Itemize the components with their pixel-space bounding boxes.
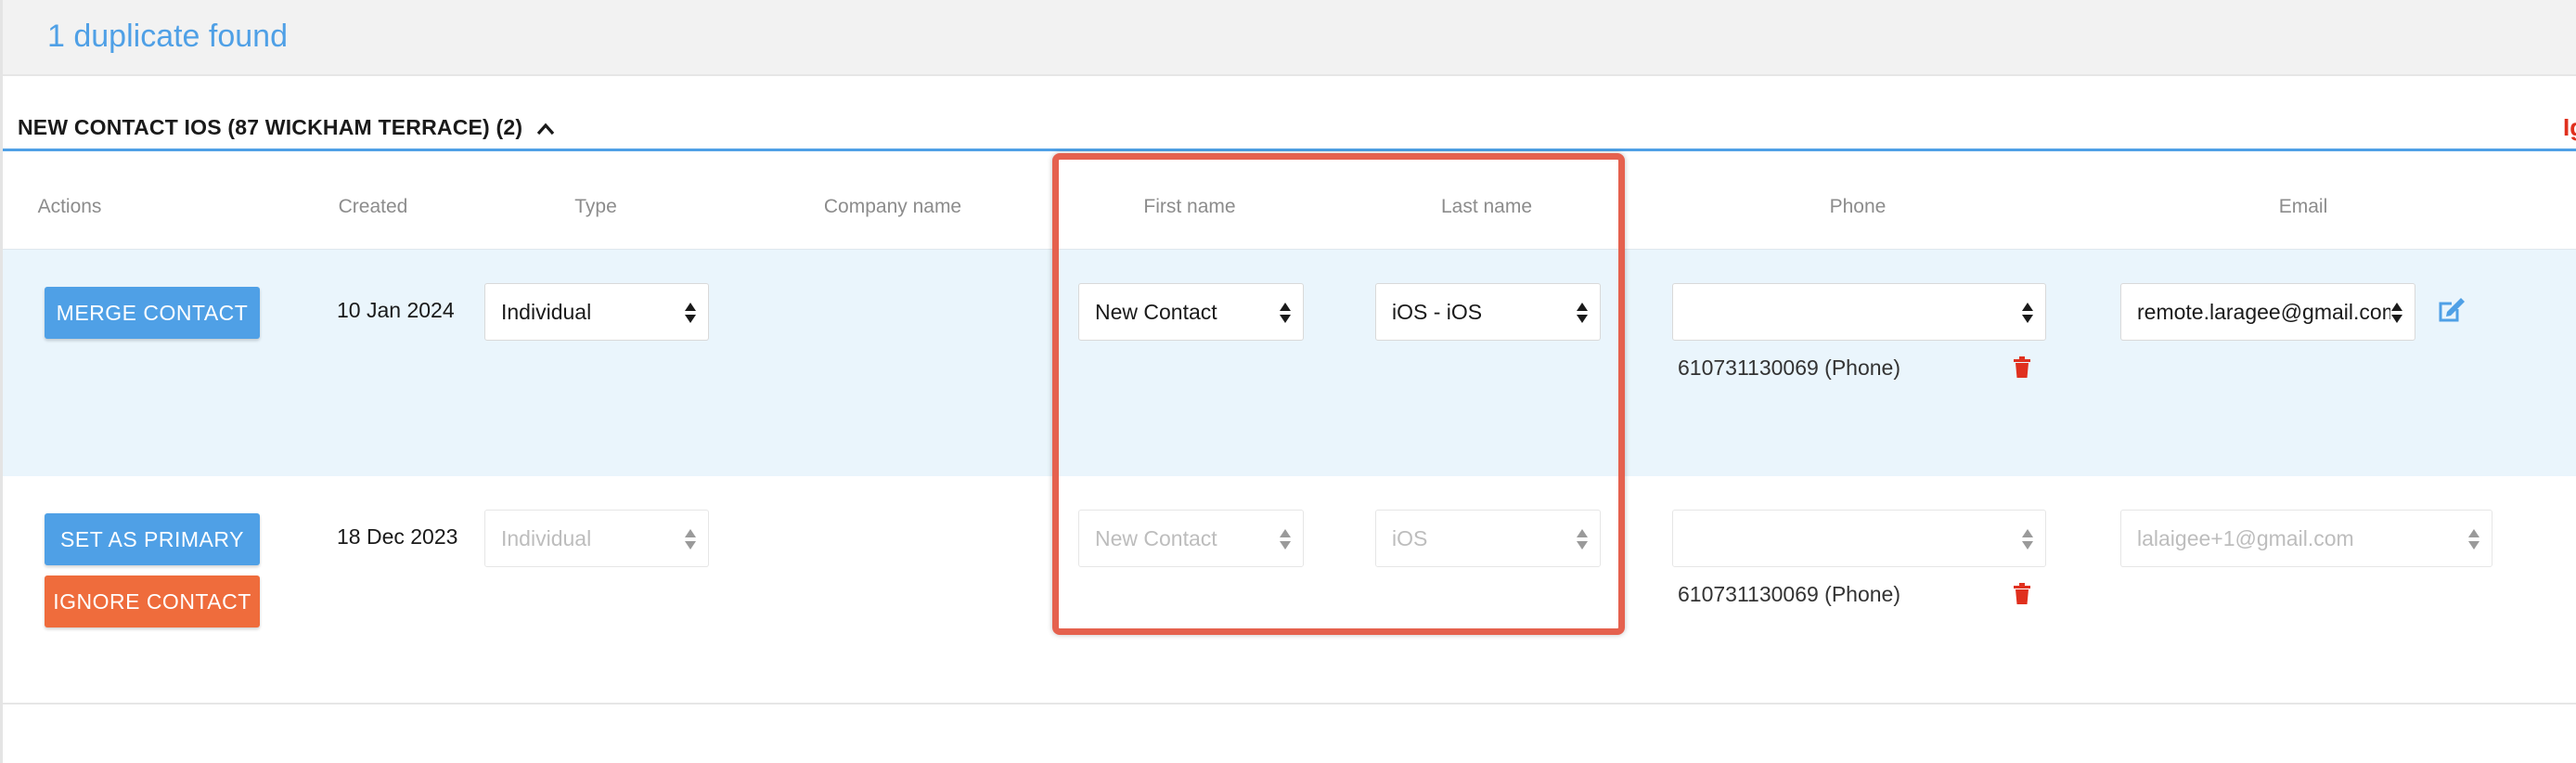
set-as-primary-button[interactable]: SET AS PRIMARY [45,513,260,565]
type-select-value: Individual [501,526,592,550]
ignore-contact-button[interactable]: IGNORE CONTACT [45,575,260,627]
group-title[interactable]: NEW CONTACT IOS (87 WICKHAM TERRACE) (2) [18,115,555,140]
chevron-up-icon[interactable] [536,123,555,136]
phone-select[interactable] [1672,283,2046,341]
select-arrows-icon [2468,529,2479,550]
duplicate-group-header[interactable]: NEW CONTACT IOS (87 WICKHAM TERRACE) (2)… [3,93,2576,151]
edit-icon[interactable] [2437,296,2467,326]
select-arrows-icon [2022,529,2033,550]
created-date: 10 Jan 2024 [337,298,455,322]
created-date: 18 Dec 2023 [337,524,458,549]
column-header-company: Company name [823,196,962,217]
type-select[interactable]: Individual [484,283,709,341]
select-arrows-icon [2390,302,2403,324]
email-select[interactable]: remote.laragee@gmail.com [2120,283,2415,341]
type-select-value: Individual [501,300,592,324]
duplicate-banner: 1 duplicate found [3,0,2576,76]
merge-contact-button[interactable]: MERGE CONTACT [45,287,260,339]
email-select-value: remote.laragee@gmail.com [2137,300,2400,324]
name-columns-highlight-box [1052,153,1625,635]
phone-number-text: 610731130069 (Phone) [1678,356,1901,380]
column-header-actions: Actions [37,196,102,217]
trash-icon[interactable] [2013,583,2031,605]
ignore-group-link[interactable]: Ig [2563,113,2576,142]
select-arrows-icon [685,303,696,323]
email-select[interactable]: lalaigee+1@gmail.com [2120,510,2492,567]
group-title-label: NEW CONTACT IOS (87 WICKHAM TERRACE) (2) [18,115,523,139]
column-header-email: Email [2278,196,2328,217]
column-header-created: Created [338,196,408,217]
type-select[interactable]: Individual [484,510,709,567]
trash-icon[interactable] [2013,356,2031,379]
phone-select[interactable] [1672,510,2046,567]
column-header-phone: Phone [1829,196,1887,217]
column-header-type: Type [574,196,617,217]
email-select-value: lalaigee+1@gmail.com [2137,526,2354,550]
phone-number-text: 610731130069 (Phone) [1678,582,1901,606]
select-arrows-icon [685,529,696,550]
duplicate-count-text: 1 duplicate found [47,19,288,54]
select-arrows-icon [2022,303,2033,323]
